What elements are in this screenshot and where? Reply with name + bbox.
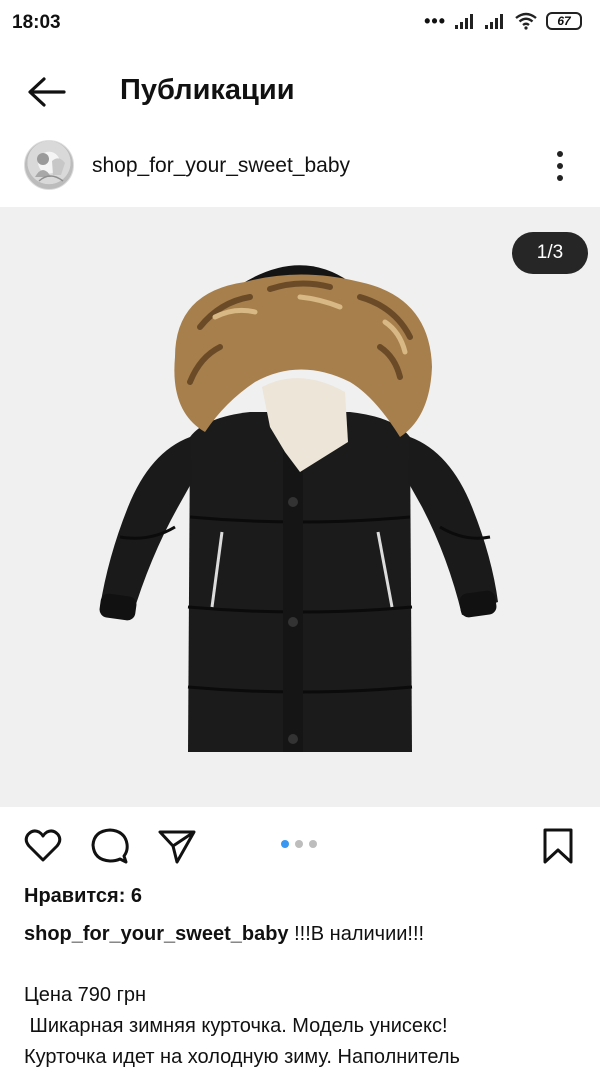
likes-count[interactable]: Нравится: 6 bbox=[24, 885, 142, 908]
wifi-icon bbox=[515, 12, 537, 30]
more-dots-icon: ••• bbox=[424, 11, 446, 31]
caption-username[interactable]: shop_for_your_sweet_baby bbox=[24, 923, 289, 945]
arrow-left-icon[interactable] bbox=[22, 70, 70, 114]
carousel-dot-active bbox=[281, 840, 289, 848]
signal-icon bbox=[455, 14, 473, 29]
carousel-dot bbox=[295, 840, 303, 848]
post-image[interactable]: 1/3 bbox=[0, 207, 600, 807]
signal-icon bbox=[485, 14, 503, 29]
heart-icon[interactable] bbox=[23, 826, 63, 866]
app-header: Публикации bbox=[0, 60, 600, 124]
carousel-indicator bbox=[281, 840, 317, 848]
avatar[interactable] bbox=[24, 140, 74, 190]
page-title: Публикации bbox=[120, 74, 295, 106]
battery-icon: 67 bbox=[546, 12, 582, 30]
comment-icon[interactable] bbox=[90, 826, 130, 866]
image-counter-badge: 1/3 bbox=[512, 232, 588, 274]
post-header: shop_for_your_sweet_baby bbox=[0, 134, 600, 198]
more-vertical-icon[interactable] bbox=[548, 148, 572, 184]
post-caption: shop_for_your_sweet_baby !!!В наличии!!! bbox=[24, 918, 584, 950]
caption-body: Цена 790 грн Шикарная зимняя курточка. М… bbox=[24, 980, 584, 1073]
avatar-image bbox=[35, 153, 65, 182]
status-bar: 18:03 ••• 67 bbox=[0, 0, 600, 44]
caption-line: Курточка идет на холодную зиму. Наполнит… bbox=[24, 1046, 460, 1068]
bookmark-icon[interactable] bbox=[538, 826, 578, 866]
carousel-dot bbox=[309, 840, 317, 848]
caption-text: !!!В наличии!!! bbox=[288, 923, 425, 945]
status-icons: ••• 67 bbox=[424, 10, 582, 32]
status-time: 18:03 bbox=[12, 12, 61, 33]
post-username[interactable]: shop_for_your_sweet_baby bbox=[92, 154, 350, 178]
send-icon[interactable] bbox=[157, 826, 197, 866]
post-actions bbox=[0, 816, 600, 876]
caption-line: Цена 790 грн bbox=[24, 984, 147, 1006]
jacket-image bbox=[99, 265, 498, 752]
caption-line: Шикарная зимняя курточка. Модель унисекс… bbox=[24, 1015, 448, 1037]
